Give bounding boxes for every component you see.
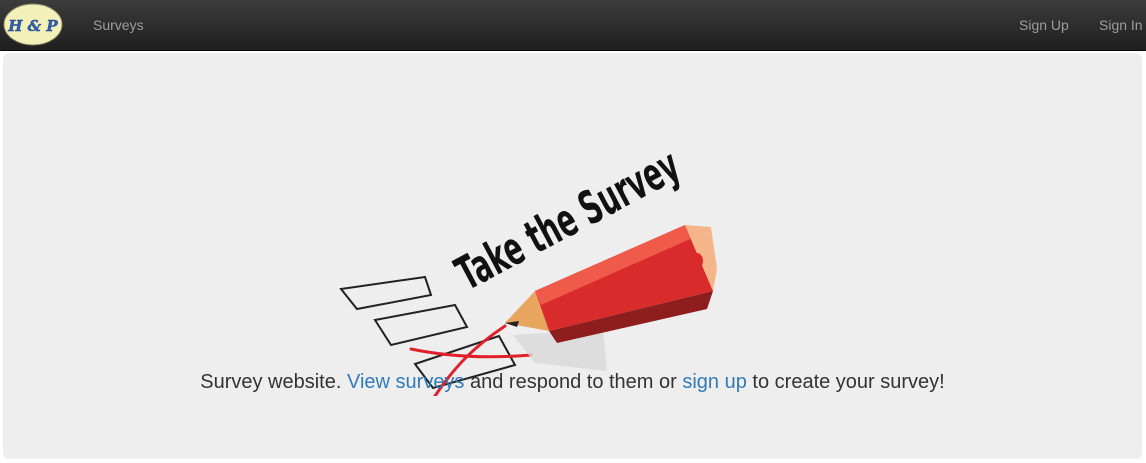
- nav-sign-up-link[interactable]: Sign Up: [1019, 17, 1069, 33]
- brand-logo-text: H & P: [7, 17, 58, 35]
- view-surveys-link[interactable]: View surveys: [347, 371, 464, 393]
- sign-up-link[interactable]: sign up: [682, 371, 747, 393]
- checkbox-2-icon: [373, 303, 469, 347]
- brand-logo[interactable]: H & P: [3, 3, 63, 46]
- lead-text-intro: Survey website.: [200, 371, 342, 393]
- nav-sign-in-link[interactable]: Sign In: [1099, 17, 1143, 33]
- lead-text-middle: and respond to them or: [470, 371, 677, 393]
- top-navbar: H & P Surveys Sign Up Sign In: [0, 0, 1146, 51]
- lead-text-end: to create your survey!: [752, 371, 945, 393]
- lead-text: Survey website. View surveys and respond…: [3, 371, 1142, 394]
- jumbotron: Take the Survey Survey website. View sur…: [3, 53, 1142, 459]
- checkbox-1-icon: [339, 275, 433, 311]
- nav-surveys-link[interactable]: Surveys: [93, 17, 144, 33]
- take-the-survey-image: Take the Survey: [339, 138, 717, 396]
